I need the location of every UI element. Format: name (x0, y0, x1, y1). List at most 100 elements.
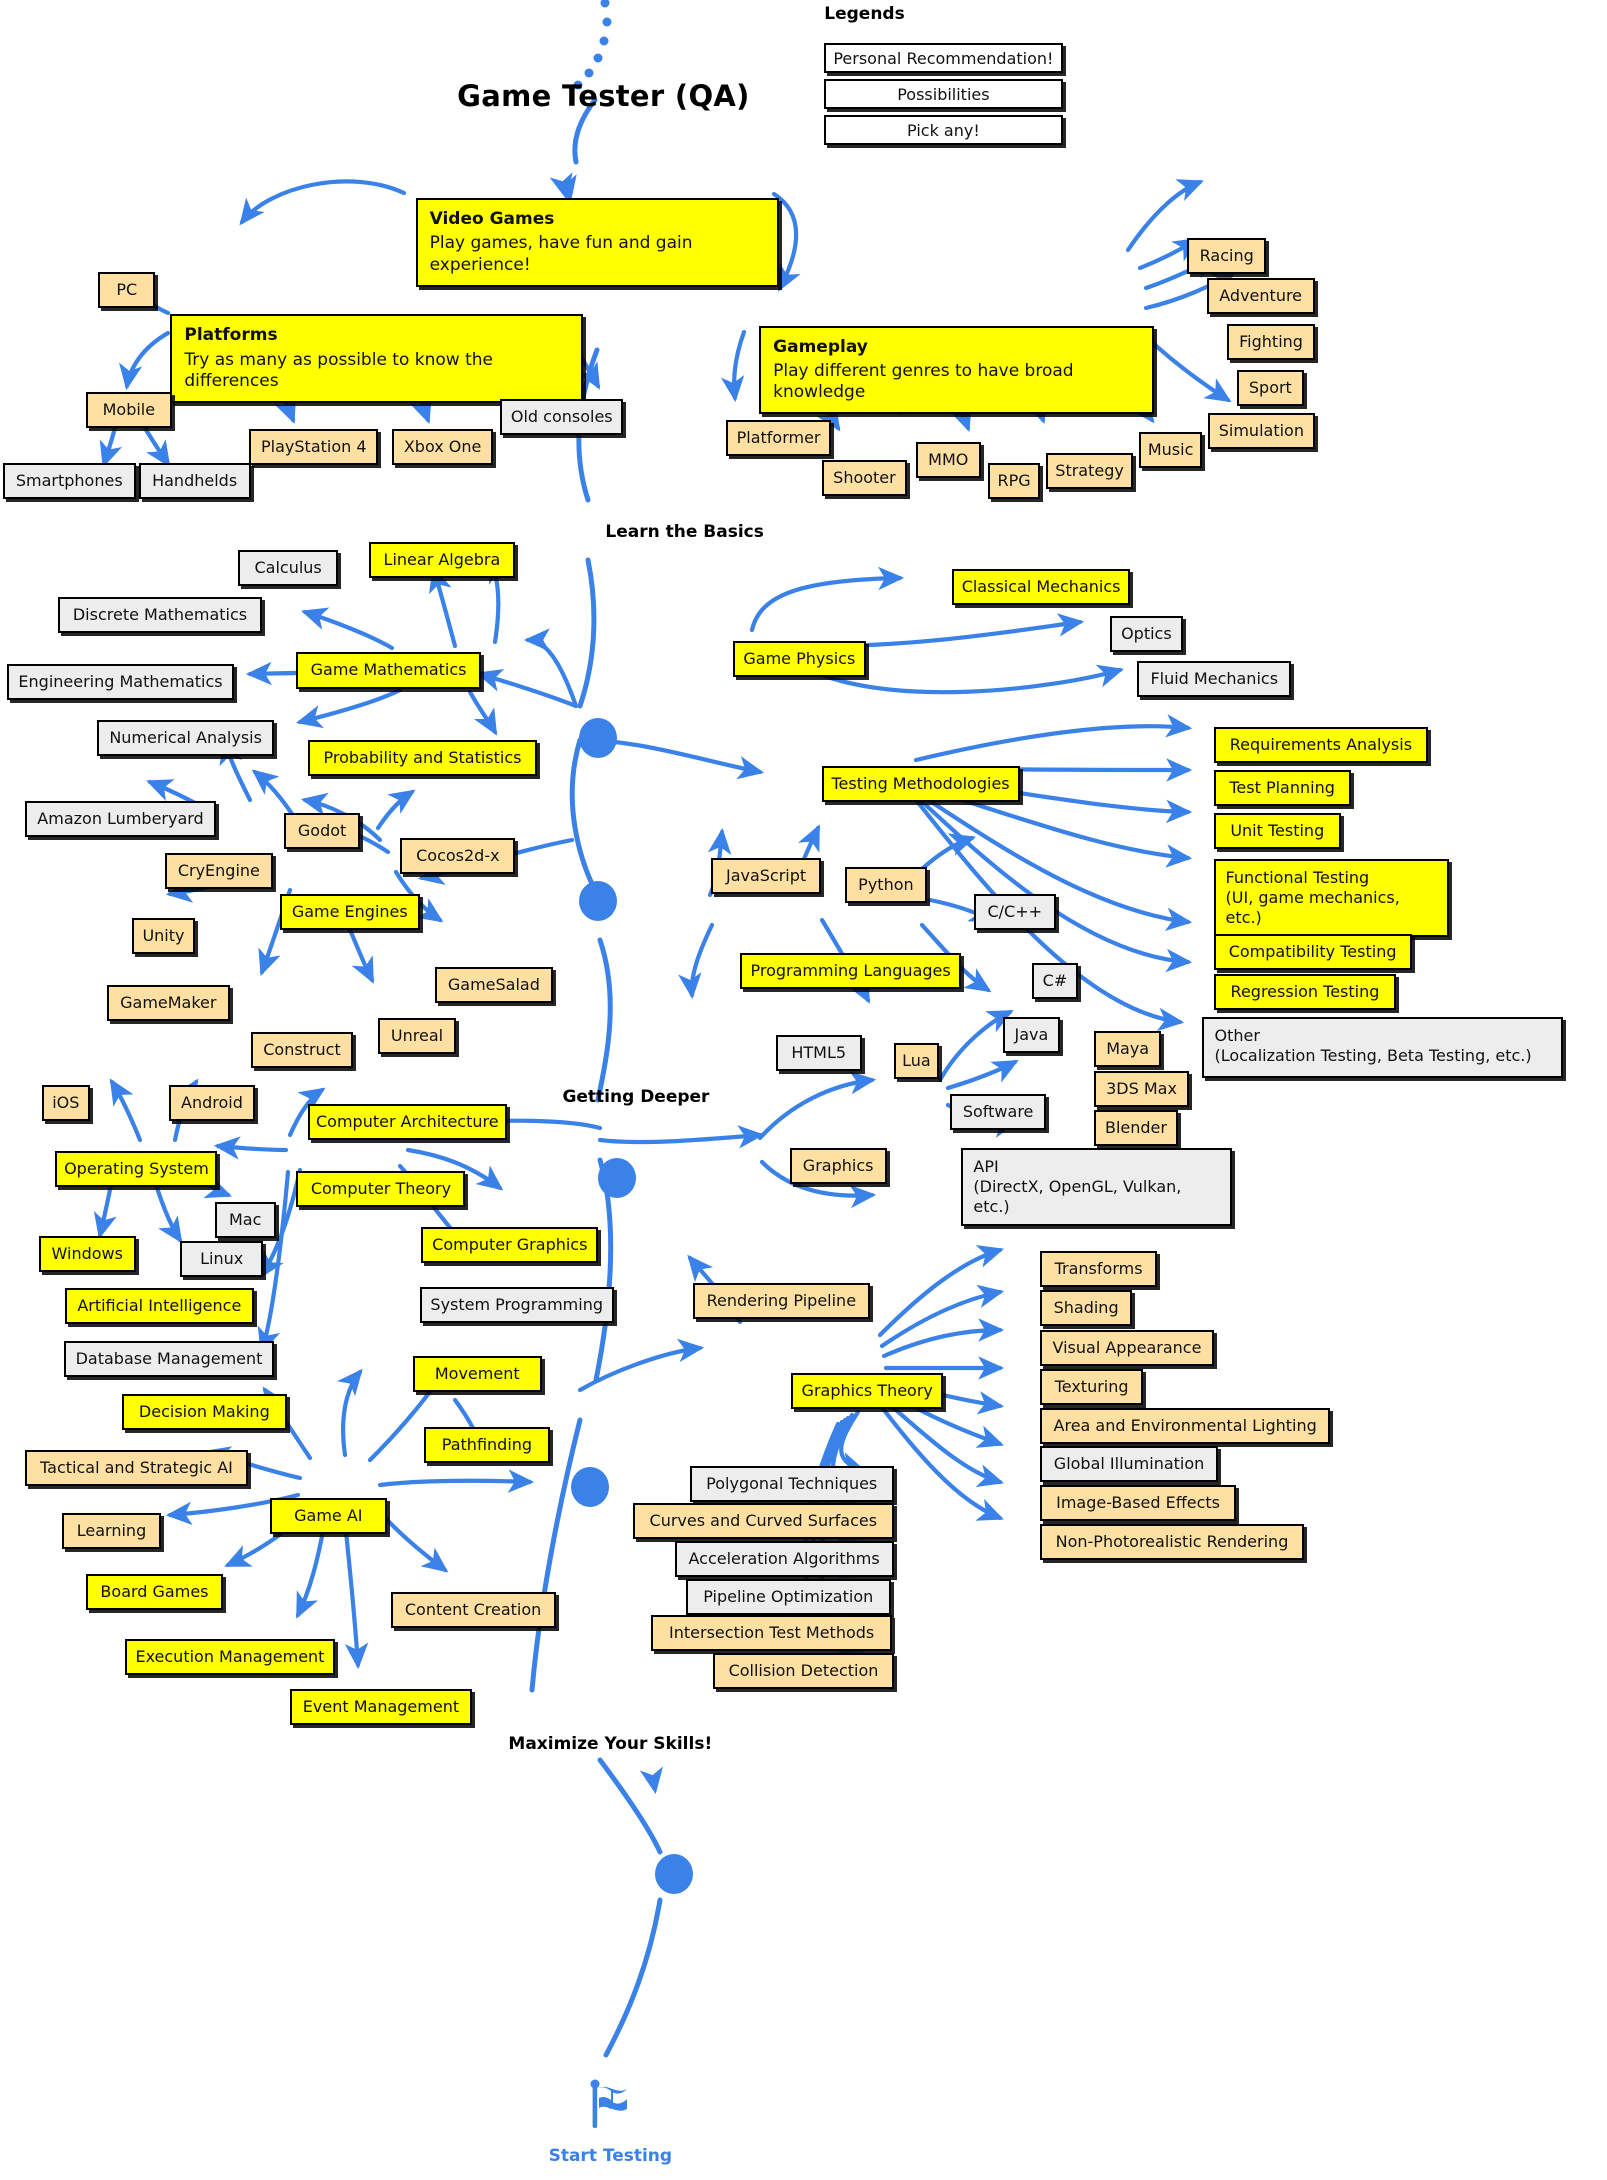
node-content-creation[interactable]: Content Creation (390, 1591, 556, 1628)
node-simulation[interactable]: Simulation (1208, 412, 1315, 449)
node-mac[interactable]: Mac (214, 1202, 276, 1239)
node-javascript[interactable]: JavaScript (710, 857, 822, 894)
node-computer-architecture[interactable]: Computer Architecture (307, 1104, 508, 1141)
node-rpg[interactable]: RPG (987, 462, 1041, 499)
node-fluid-mechanics[interactable]: Fluid Mechanics (1137, 660, 1292, 697)
node-game-ai[interactable]: Game AI (270, 1497, 387, 1534)
node-game-mathematics[interactable]: Game Mathematics (296, 652, 481, 689)
node-artificial-intelligence[interactable]: Artificial Intelligence (65, 1288, 254, 1325)
node-graphics-theory[interactable]: Graphics Theory (791, 1372, 944, 1409)
node-system-programming[interactable]: System Programming (419, 1286, 614, 1323)
node-android[interactable]: Android (169, 1084, 255, 1121)
node-calculus[interactable]: Calculus (238, 549, 338, 586)
node-rendering-pipeline[interactable]: Rendering Pipeline (692, 1282, 870, 1319)
node-optics[interactable]: Optics (1109, 616, 1184, 653)
node-tactical-and-strategic-ai[interactable]: Tactical and Strategic AI (24, 1450, 248, 1487)
node-html5[interactable]: HTML5 (775, 1034, 862, 1071)
node-ios[interactable]: iOS (41, 1084, 91, 1121)
node-polygonal-techniques[interactable]: Polygonal Techniques (689, 1465, 894, 1502)
node-functional-testing[interactable]: Functional Testing (UI, game mechanics, e… (1213, 858, 1450, 937)
node-pathfinding[interactable]: Pathfinding (423, 1426, 550, 1463)
node-racing[interactable]: Racing (1187, 238, 1267, 275)
node-maya[interactable]: Maya (1094, 1030, 1161, 1067)
node-probability-and-statistics[interactable]: Probability and Statistics (307, 739, 538, 776)
node-operating-system[interactable]: Operating System (55, 1151, 218, 1188)
node-unreal[interactable]: Unreal (378, 1018, 456, 1055)
node-fighting[interactable]: Fighting (1227, 324, 1315, 361)
node-computer-graphics[interactable]: Computer Graphics (421, 1227, 599, 1264)
node-transforms[interactable]: Transforms (1040, 1250, 1157, 1287)
node-playstation-4[interactable]: PlayStation 4 (249, 429, 379, 466)
node-sport[interactable]: Sport (1237, 369, 1304, 406)
node-area-and-environmental-lighting[interactable]: Area and Environmental Lighting (1040, 1407, 1330, 1444)
node-board-games[interactable]: Board Games (85, 1573, 224, 1610)
node-movement[interactable]: Movement (412, 1356, 542, 1393)
node-windows[interactable]: Windows (38, 1235, 136, 1272)
node-api[interactable]: API (DirectX, OpenGL, Vulkan, etc.) (961, 1148, 1232, 1227)
node-classical-mechanics[interactable]: Classical Mechanics (951, 569, 1131, 606)
node-linear-algebra[interactable]: Linear Algebra (368, 541, 516, 578)
node-computer-theory[interactable]: Computer Theory (296, 1170, 466, 1207)
node-construct[interactable]: Construct (250, 1032, 354, 1069)
node-engineering-mathematics[interactable]: Engineering Mathematics (6, 663, 235, 700)
node-c-sharp[interactable]: C# (1032, 962, 1078, 999)
node-amazon-lumberyard[interactable]: Amazon Lumberyard (24, 800, 217, 837)
node-java[interactable]: Java (1002, 1016, 1060, 1053)
node-pipeline-optimization[interactable]: Pipeline Optimization (685, 1579, 891, 1616)
node-programming-languages[interactable]: Programming Languages (739, 953, 962, 990)
node-python[interactable]: Python (845, 867, 927, 904)
node-lua[interactable]: Lua (893, 1043, 940, 1080)
node-shooter[interactable]: Shooter (821, 459, 908, 496)
node-3ds-max[interactable]: 3DS Max (1094, 1070, 1189, 1107)
node-mmo[interactable]: MMO (915, 441, 981, 478)
node-event-management[interactable]: Event Management (289, 1688, 473, 1725)
node-platforms[interactable]: Platforms Try as many as possible to know… (170, 314, 584, 404)
node-gamemaker[interactable]: GameMaker (106, 984, 230, 1021)
node-gamesalad[interactable]: GameSalad (434, 966, 553, 1003)
node-learning[interactable]: Learning (62, 1512, 161, 1549)
node-cocos2d-x[interactable]: Cocos2d-x (400, 838, 516, 875)
node-xbox-one[interactable]: Xbox One (392, 429, 494, 466)
node-old-consoles[interactable]: Old consoles (500, 398, 624, 435)
node-visual-appearance[interactable]: Visual Appearance (1040, 1329, 1214, 1366)
node-requirements-analysis[interactable]: Requirements Analysis (1213, 727, 1429, 764)
node-c-cpp[interactable]: C/C++ (973, 893, 1056, 930)
node-decision-making[interactable]: Decision Making (121, 1393, 287, 1430)
node-global-illumination[interactable]: Global Illumination (1040, 1446, 1218, 1483)
node-acceleration-algorithms[interactable]: Acceleration Algorithms (674, 1540, 894, 1577)
node-linux[interactable]: Linux (180, 1241, 264, 1278)
node-database-management[interactable]: Database Management (63, 1341, 275, 1378)
node-strategy[interactable]: Strategy (1045, 453, 1134, 490)
node-numerical-analysis[interactable]: Numerical Analysis (96, 720, 275, 757)
node-game-physics[interactable]: Game Physics (732, 641, 866, 678)
node-shading[interactable]: Shading (1040, 1289, 1132, 1326)
node-non-photorealistic-rendering[interactable]: Non-Photorealistic Rendering (1040, 1523, 1304, 1560)
node-adventure[interactable]: Adventure (1206, 278, 1315, 315)
node-handhelds[interactable]: Handhelds (138, 462, 251, 499)
node-discrete-mathematics[interactable]: Discrete Mathematics (58, 597, 262, 634)
node-other-testing[interactable]: Other (Localization Testing, Beta Testing… (1202, 1016, 1563, 1078)
node-gameplay[interactable]: Gameplay Play different genres to have br… (759, 325, 1154, 415)
node-unit-testing[interactable]: Unit Testing (1213, 813, 1341, 850)
node-texturing[interactable]: Texturing (1040, 1368, 1143, 1405)
node-cryengine[interactable]: CryEngine (164, 853, 273, 890)
node-software[interactable]: Software (950, 1094, 1046, 1131)
node-compatibility-testing[interactable]: Compatibility Testing (1213, 933, 1412, 970)
node-godot[interactable]: Godot (283, 813, 361, 850)
node-intersection-test-methods[interactable]: Intersection Test Methods (651, 1615, 893, 1652)
node-graphics[interactable]: Graphics (789, 1148, 887, 1185)
node-platformer[interactable]: Platformer (725, 419, 832, 456)
node-blender[interactable]: Blender (1094, 1109, 1178, 1146)
node-music[interactable]: Music (1138, 432, 1203, 469)
node-test-planning[interactable]: Test Planning (1213, 770, 1351, 807)
node-video-games[interactable]: Video Games Play games, have fun and gain… (415, 198, 779, 287)
node-mobile[interactable]: Mobile (85, 392, 172, 429)
node-unity[interactable]: Unity (131, 918, 196, 955)
node-game-engines[interactable]: Game Engines (279, 893, 420, 930)
node-execution-management[interactable]: Execution Management (124, 1638, 336, 1675)
node-testing-methodologies[interactable]: Testing Methodologies (821, 766, 1020, 803)
node-smartphones[interactable]: Smartphones (2, 462, 136, 499)
node-regression-testing[interactable]: Regression Testing (1213, 973, 1397, 1010)
node-image-based-effects[interactable]: Image-Based Effects (1040, 1485, 1236, 1522)
node-collision-detection[interactable]: Collision Detection (713, 1652, 894, 1689)
